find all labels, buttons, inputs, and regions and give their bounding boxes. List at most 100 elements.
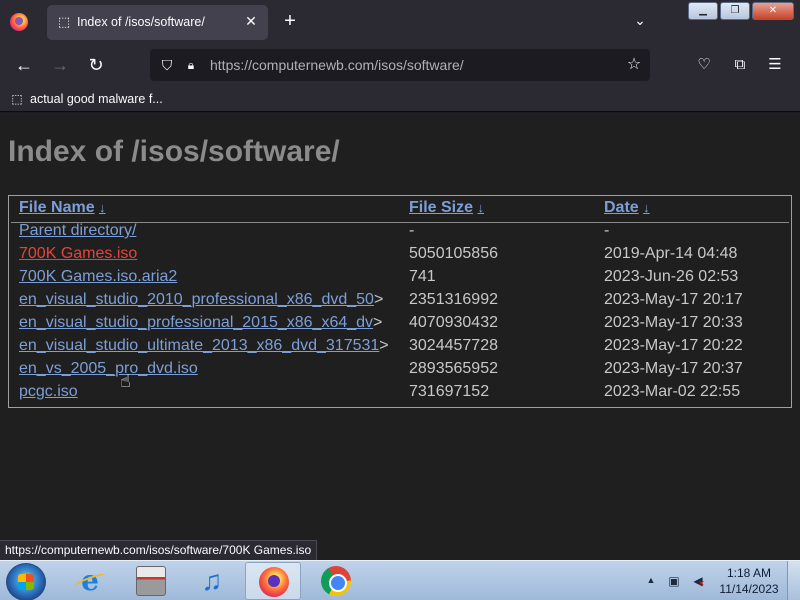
file-link[interactable]: en_vs_2005_pro_dvd.iso [19, 360, 198, 377]
tab-strip: ⬚ Index of /isos/software/ ✕ + ⌄ ▁ ❐ ✕ [0, 0, 800, 44]
table-row: en_visual_studio_professional_2015_x86_x… [9, 314, 791, 337]
pocket-icon[interactable]: ♡ [693, 54, 715, 76]
bookmark-star-icon[interactable]: ☆ [624, 55, 644, 75]
file-date-cell: - [604, 222, 610, 239]
tracking-protection-shield-icon[interactable]: ⛉ [158, 56, 176, 74]
firefox-icon [259, 567, 289, 597]
url-text[interactable]: https://computernewb.com/isos/software/ [210, 57, 464, 73]
file-date-cell: 2023-Jun-26 02:53 [604, 268, 739, 285]
back-arrow-icon[interactable]: ← [13, 54, 35, 76]
bookmark-favicon-icon: ⬚ [11, 92, 23, 106]
taskbar-firefox[interactable] [245, 562, 301, 600]
file-link[interactable]: Parent directory/ [19, 222, 136, 239]
bookmark-item[interactable]: ⬚ actual good malware f... [10, 90, 163, 108]
music-note-icon: ♫ [201, 565, 223, 596]
file-size-cell: 741 [409, 268, 436, 285]
file-name-cell: en_visual_studio_professional_2015_x86_x… [19, 314, 382, 332]
windows-taskbar: e ♫ ▲ ▣ ◀ 1:18 AM 11/14/2023 [0, 560, 800, 600]
file-name-cell: pcgc.iso [19, 383, 78, 401]
file-link[interactable]: en_visual_studio_ultimate_2013_x86_dvd_3… [19, 337, 379, 354]
file-name-cell: Parent directory/ [19, 222, 136, 240]
url-path: /isos/software/ [374, 57, 464, 73]
file-size-cell: 5050105856 [409, 245, 498, 262]
truncation-marker: > [373, 291, 384, 308]
file-link[interactable]: en_visual_studio_2010_professional_x86_d… [19, 291, 374, 308]
truncation-marker: > [373, 314, 383, 331]
store-icon [136, 566, 166, 596]
file-date-cell: 2023-May-17 20:17 [604, 291, 743, 308]
file-link[interactable]: en_visual_studio_professional_2015_x86_x… [19, 314, 373, 331]
file-size-cell: 4070930432 [409, 314, 498, 331]
page-favicon-icon: ⬚ [57, 14, 71, 29]
file-link[interactable]: pcgc.iso [19, 383, 78, 400]
table-row: 700K Games.iso.aria2 741 2023-Jun-26 02:53 [9, 268, 791, 291]
clock-time: 1:18 AM [726, 566, 772, 580]
file-size-cell: - [409, 222, 415, 239]
minimize-button[interactable]: ▁ [688, 2, 718, 20]
list-all-tabs-chevron-icon[interactable]: ⌄ [630, 12, 650, 32]
internet-explorer-icon: e [75, 566, 105, 596]
new-tab-button[interactable]: + [280, 11, 300, 31]
taskbar-chrome[interactable] [308, 562, 364, 600]
clock-date: 11/14/2023 [719, 582, 779, 596]
file-name-cell: 700K Games.iso [19, 245, 137, 263]
file-date-cell: 2023-May-17 20:37 [604, 360, 743, 377]
table-row: Parent directory/ - - [9, 222, 791, 245]
show-hidden-icons-arrow-icon[interactable]: ▲ [645, 573, 657, 587]
file-size-cell: 731697152 [409, 383, 490, 400]
hamburger-menu-icon[interactable]: ☰ [764, 54, 786, 76]
sort-by-size-link[interactable]: File Size [409, 199, 473, 216]
hand-pointer-cursor-icon: ☝ [120, 371, 131, 391]
url-host: https://computernewb.com [210, 57, 375, 73]
file-name-cell: en_visual_studio_2010_professional_x86_d… [19, 291, 383, 309]
sort-arrow-icon[interactable]: ↓ [477, 200, 484, 215]
file-name-cell: en_vs_2005_pro_dvd.iso [19, 360, 198, 378]
reload-icon[interactable]: ↻ [85, 54, 107, 76]
navigation-toolbar: ← → ↻ ⛉ 🔒︎ https://computernewb.com/isos… [0, 44, 800, 86]
lock-icon[interactable]: 🔒︎ [184, 56, 198, 74]
chrome-icon [321, 566, 351, 596]
table-row: 700K Games.iso 5050105856 2019-Apr-14 04:4… [9, 245, 791, 268]
show-desktop-button[interactable] [787, 561, 800, 600]
file-name-cell: en_visual_studio_ultimate_2013_x86_dvd_3… [19, 337, 389, 355]
taskbar-internet-explorer[interactable]: e [62, 562, 118, 600]
bookmarks-toolbar: ⬚ actual good malware f... [0, 86, 800, 112]
firefox-view-icon[interactable] [10, 13, 28, 31]
url-bar[interactable]: ⛉ 🔒︎ https://computernewb.com/isos/softw… [150, 49, 650, 81]
file-size-cell: 2351316992 [409, 291, 498, 308]
sort-by-name-link[interactable]: File Name [19, 199, 95, 216]
system-clock[interactable]: 1:18 AM 11/14/2023 [716, 565, 782, 597]
extensions-puzzle-icon[interactable]: ⧉ [729, 54, 751, 76]
table-row: en_visual_studio_2010_professional_x86_d… [9, 291, 791, 314]
truncation-marker: > [379, 337, 389, 354]
taskbar-music[interactable]: ♫ [184, 562, 240, 600]
sort-arrow-icon[interactable]: ↓ [99, 200, 106, 215]
bookmark-label: actual good malware f... [30, 92, 163, 106]
start-button[interactable] [6, 563, 46, 600]
sort-by-date-link[interactable]: Date [604, 199, 639, 216]
close-window-button[interactable]: ✕ [752, 2, 794, 20]
file-date-cell: 2023-Mar-02 22:55 [604, 383, 741, 400]
file-link[interactable]: 700K Games.iso [19, 245, 137, 262]
close-tab-icon[interactable]: ✕ [242, 12, 260, 30]
taskbar-store[interactable] [123, 562, 179, 600]
file-size-cell: 3024457728 [409, 337, 498, 354]
sort-arrow-icon[interactable]: ↓ [643, 200, 650, 215]
file-name-cell: 700K Games.iso.aria2 [19, 268, 177, 286]
volume-muted-icon[interactable]: ◀ [690, 573, 706, 592]
link-status-bar: https://computernewb.com/isos/software/7… [0, 540, 318, 560]
file-size-cell: 2893565952 [409, 360, 498, 377]
tab-title: Index of /isos/software/ [77, 15, 205, 29]
file-link[interactable]: 700K Games.iso.aria2 [19, 268, 177, 285]
page-content: Index of /isos/software/ File Name ↓ Fil… [0, 113, 800, 560]
file-date-cell: 2019-Apr-14 04:48 [604, 245, 738, 262]
window-controls: ▁ ❐ ✕ [688, 2, 794, 20]
tab-active[interactable]: ⬚ Index of /isos/software/ ✕ [47, 5, 268, 40]
file-date-cell: 2023-May-17 20:33 [604, 314, 743, 331]
file-date-cell: 2023-May-17 20:22 [604, 337, 743, 354]
forward-arrow-icon[interactable]: → [49, 54, 71, 76]
restore-button[interactable]: ❐ [720, 2, 750, 20]
network-icon[interactable]: ▣ [666, 573, 682, 589]
table-row: en_visual_studio_ultimate_2013_x86_dvd_3… [9, 337, 791, 360]
table-header-row: File Name ↓ File Size ↓ Date ↓ [9, 199, 791, 222]
